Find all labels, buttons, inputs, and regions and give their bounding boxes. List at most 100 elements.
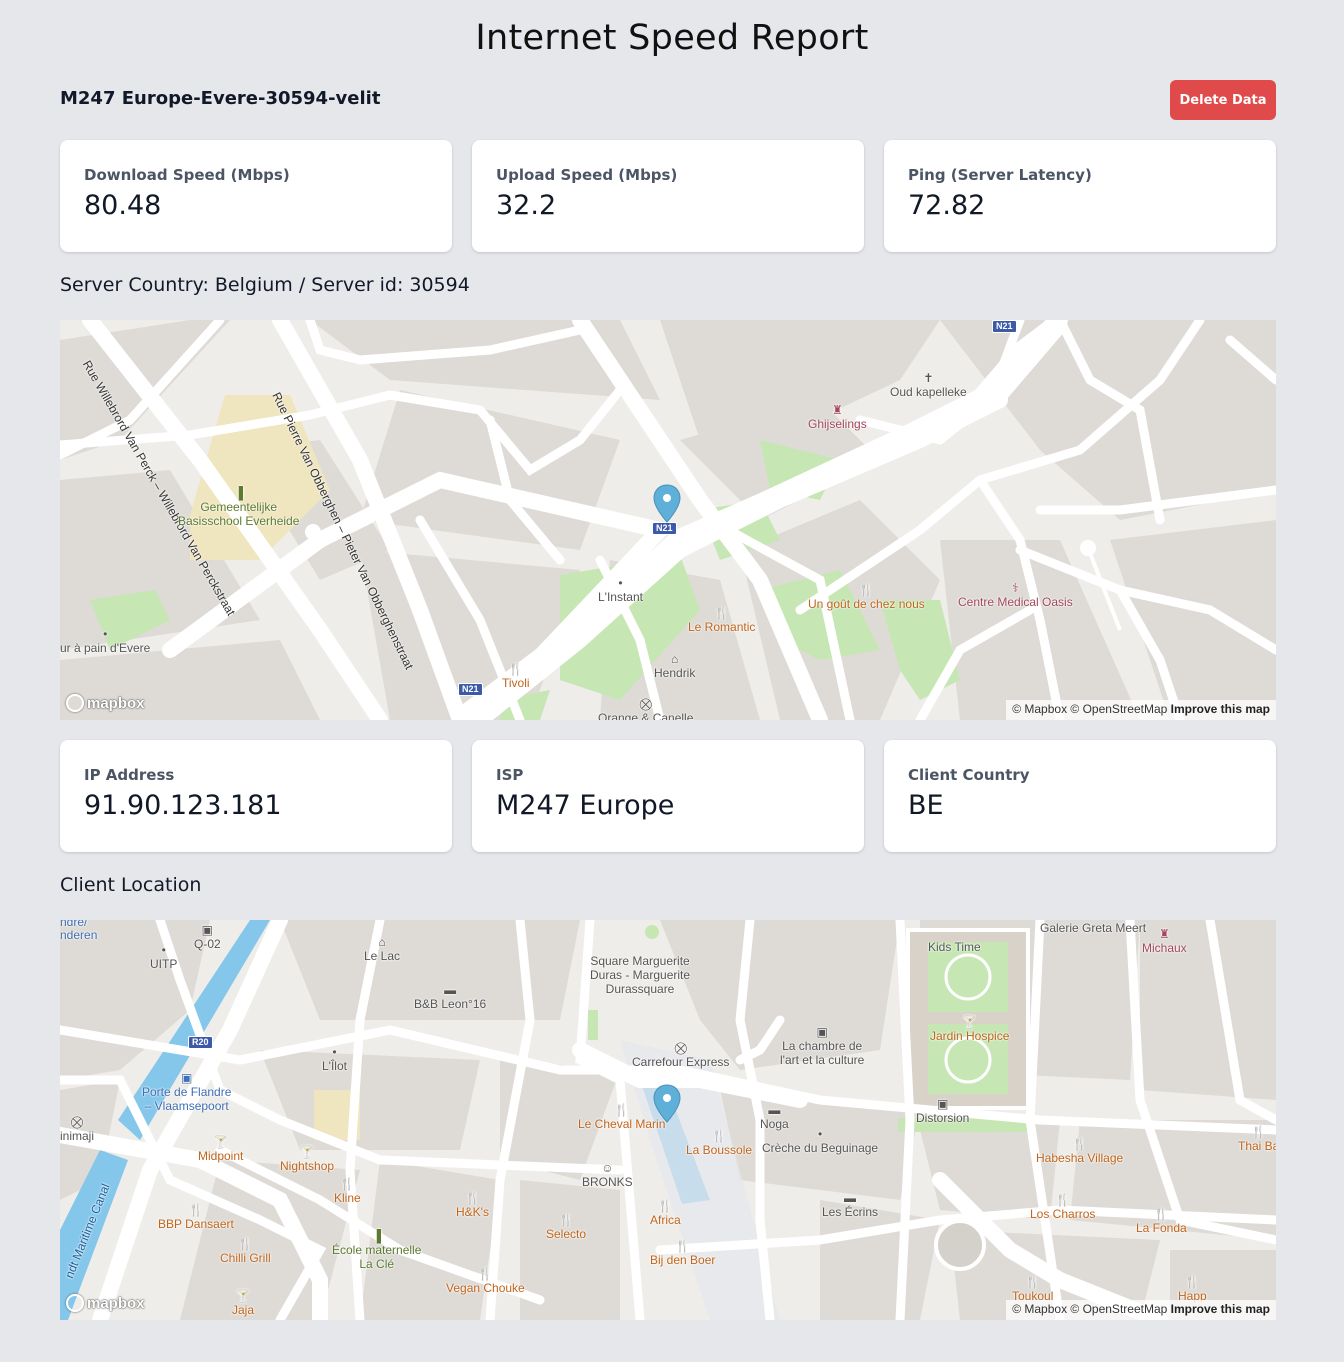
poi-la-fonda[interactable]: 🍴 La Fonda	[1136, 1207, 1187, 1236]
poi-bronks[interactable]: ☺ BRONKS	[582, 1162, 633, 1190]
bar-icon: 🍸	[299, 1145, 315, 1159]
poi-hendrik[interactable]: ⌂ Hendrik	[654, 653, 695, 681]
poi-porte-de-flandre[interactable]: ▣ Porte de Flandre – Vlaamsepoort	[142, 1072, 231, 1114]
poi-chilli-grill[interactable]: 🍴 Chilli Grill	[220, 1237, 271, 1266]
server-map[interactable]: Rue Willebrord Van Perck – Willebrord Va…	[60, 320, 1276, 720]
poi-jardin-hospice[interactable]: 🍸 Jardin Hospice	[930, 1016, 1009, 1044]
poi-la-boussole[interactable]: 🍴 La Boussole	[686, 1130, 752, 1158]
dot-icon: •	[332, 1045, 337, 1059]
dot-icon: •	[817, 1127, 823, 1141]
poi-les-ecrins[interactable]: ▬ Les Écrins	[822, 1192, 878, 1220]
upload-speed-card: Upload Speed (Mbps) 32.2	[472, 140, 864, 252]
mapbox-logo-icon	[66, 1294, 84, 1312]
poi-happ[interactable]: 🍴 Happ	[1178, 1275, 1207, 1304]
poi-bb-leon16[interactable]: ▬ B&B Leon°16	[414, 983, 486, 1012]
restaurant-icon: 🍴	[1251, 1125, 1267, 1139]
poi-bbp-dansaert[interactable]: 🍴 BBP Dansaert	[158, 1203, 234, 1232]
ip-address-card: IP Address 91.90.123.181	[60, 740, 452, 852]
poi-los-charros[interactable]: 🍴 Los Charros	[1030, 1193, 1095, 1222]
poi-lilot[interactable]: • L'Îlot	[322, 1045, 347, 1074]
poi-flandre-label[interactable]: ndre/ nderen	[60, 920, 97, 942]
gallery-icon: ▣	[816, 1025, 828, 1039]
poi-un-gout-de-chez-nous[interactable]: 🍴 Un goût de chez nous	[808, 583, 925, 612]
bar-icon: 🍸	[213, 1135, 229, 1149]
map-attribution[interactable]: © Mapbox © OpenStreetMap Improve this ma…	[1006, 700, 1276, 720]
poi-ecole-maternelle[interactable]: ▐ École maternelle La Clé	[332, 1229, 421, 1272]
poi-bakery-evere[interactable]: • ur à pain d'Evere	[60, 627, 150, 656]
poi-jaja[interactable]: 🍸 Jaja	[232, 1290, 254, 1318]
restaurant-icon: 🍴	[1184, 1275, 1200, 1289]
poi-vegan-chouke[interactable]: 🍴 Vegan Chouke	[446, 1268, 525, 1296]
restaurant-icon: 🍴	[188, 1203, 204, 1217]
lodging-icon: ▬	[444, 983, 457, 997]
poi-habesha-village[interactable]: 🍴 Habesha Village	[1036, 1137, 1123, 1166]
poi-inimaji[interactable]: ⛒ inimaji	[60, 1116, 94, 1144]
restaurant-icon: 🍴	[237, 1237, 253, 1251]
restaurant-icon: 🍴	[1153, 1207, 1169, 1221]
poi-toukoul[interactable]: 🍴 Toukoul	[1012, 1276, 1053, 1304]
client-country-card: Client Country BE	[884, 740, 1276, 852]
restaurant-icon: 🍴	[1072, 1137, 1088, 1151]
isp-card: ISP M247 Europe	[472, 740, 864, 852]
restaurant-icon: 🍴	[858, 583, 874, 597]
restaurant-icon: 🍴	[558, 1213, 574, 1227]
map-attribution[interactable]: © Mapbox © OpenStreetMap Improve this ma…	[1006, 1300, 1276, 1320]
mapbox-logo[interactable]: mapbox	[66, 1292, 145, 1314]
school-icon: ▐	[234, 486, 243, 500]
ping-label: Ping (Server Latency)	[908, 166, 1092, 184]
shop-icon: ⛒	[639, 697, 652, 711]
dot-icon: •	[103, 627, 108, 641]
client-info-row: IP Address 91.90.123.181 ISP M247 Europe…	[60, 740, 1276, 852]
road-shield: R20	[188, 1036, 213, 1049]
improve-map-link[interactable]: Improve this map	[1171, 702, 1270, 716]
poi-michaux[interactable]: ♜ Michaux	[1142, 928, 1187, 956]
restaurant-icon: 🍴	[1055, 1193, 1071, 1207]
poi-linstant[interactable]: • L'Instant	[598, 577, 643, 605]
client-map[interactable]: R20 ndt Maritime Canal ndre/ nderen ▣ Q-0…	[60, 920, 1276, 1320]
gallery-icon: ▣	[937, 1097, 949, 1111]
poi-bij-den-boer[interactable]: 🍴 Bij den Boer	[650, 1240, 715, 1268]
poi-square-marguerite-duras[interactable]: Square Marguerite Duras - Marguerite Dur…	[590, 954, 690, 996]
improve-map-link[interactable]: Improve this map	[1171, 1302, 1270, 1316]
page-title: Internet Speed Report	[475, 18, 869, 58]
poi-midpoint[interactable]: 🍸 Midpoint	[198, 1135, 243, 1164]
download-speed-label: Download Speed (Mbps)	[84, 166, 290, 184]
poi-oud-kapelleke[interactable]: ✝ Oud kapelleke	[890, 372, 967, 400]
poi-galerie-greta-meert[interactable]: Galerie Greta Meert	[1040, 921, 1146, 935]
poi-distorsion[interactable]: ▣ Distorsion	[916, 1097, 969, 1126]
poi-school-everheide[interactable]: ▐ Gemeentelijke Basisschool Everheide	[178, 486, 299, 529]
mapbox-logo[interactable]: mapbox	[66, 692, 145, 714]
poi-africa[interactable]: 🍴 Africa	[650, 1200, 681, 1228]
isp-label: ISP	[496, 766, 524, 784]
poi-orange-canelle[interactable]: ⛒ Orange & Canelle	[598, 697, 693, 721]
poi-la-chambre-de-lart[interactable]: ▣ La chambre de l'art et la culture	[780, 1025, 864, 1068]
poi-carrefour-express[interactable]: ⛒ Carrefour Express	[632, 1041, 729, 1070]
lodging-icon: ▬	[768, 1103, 781, 1117]
poi-noga[interactable]: ▬ Noga	[760, 1103, 789, 1132]
isp-value: M247 Europe	[496, 790, 675, 821]
poi-kids-time[interactable]: Kids Time	[928, 940, 981, 954]
poi-ghijselings[interactable]: ♜ Ghijselings	[808, 404, 867, 432]
school-icon: ▐	[372, 1229, 381, 1243]
poi-thai-ba[interactable]: 🍴 Thai Ba	[1238, 1125, 1276, 1154]
poi-selecto[interactable]: 🍴 Selecto	[546, 1213, 586, 1242]
poi-nightshop[interactable]: 🍸 Nightshop	[280, 1145, 334, 1174]
restaurant-icon: 🍴	[465, 1191, 480, 1205]
ip-address-label: IP Address	[84, 766, 175, 784]
dot-icon: •	[161, 943, 166, 957]
poi-centre-medical-oasis[interactable]: ⚕ Centre Medical Oasis	[958, 582, 1073, 610]
poi-creche-du-beguinage[interactable]: • Crèche du Beguinage	[762, 1127, 878, 1156]
shop-icon: ⛒	[674, 1041, 687, 1055]
client-location-marker-icon[interactable]	[652, 1084, 682, 1124]
poi-tivoli[interactable]: 🍴 Tivoli	[502, 663, 530, 691]
poi-le-lac[interactable]: ⌂ Le Lac	[364, 936, 400, 964]
delete-data-button[interactable]: Delete Data	[1170, 80, 1276, 120]
poi-uitp[interactable]: • UITP	[150, 943, 177, 972]
poi-le-romantic[interactable]: 🍴 Le Romantic	[688, 607, 755, 635]
poi-q02[interactable]: ▣ Q-02	[194, 924, 221, 952]
server-location-marker-icon[interactable]	[652, 484, 682, 524]
poi-kline[interactable]: 🍴 Kline	[334, 1177, 361, 1206]
restaurant-icon: 🍴	[339, 1177, 355, 1191]
ping-value: 72.82	[908, 190, 986, 221]
poi-hks[interactable]: 🍴 H&K's	[456, 1191, 489, 1220]
